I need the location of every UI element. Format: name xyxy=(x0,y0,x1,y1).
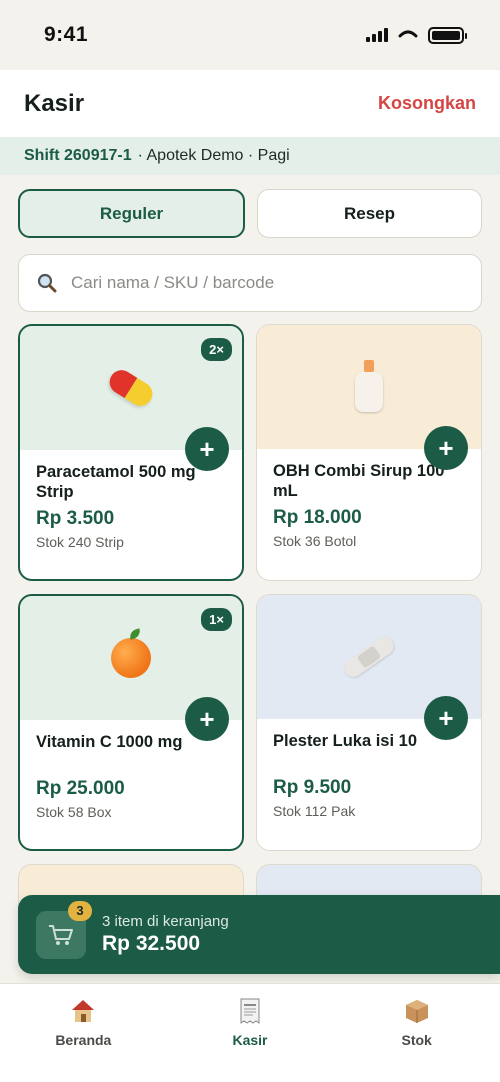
shift-info-bar: Shift 260917-1 · Apotek Demo · Pagi xyxy=(0,137,500,175)
cart-item-count: 3 item di keranjang xyxy=(102,913,229,930)
quantity-badge: 2× xyxy=(201,338,232,361)
cart-total: Rp 32.500 xyxy=(102,932,201,955)
wifi-icon xyxy=(398,30,418,38)
shift-code: Shift 260917-1 xyxy=(24,147,132,164)
box-icon xyxy=(405,1000,428,1023)
orange-icon xyxy=(111,638,151,678)
quantity-badge: 1× xyxy=(201,608,232,631)
house-icon xyxy=(72,1000,95,1022)
battery-icon xyxy=(428,26,467,44)
tab-stok[interactable]: Stok xyxy=(333,984,500,1082)
product-price: Rp 25.000 xyxy=(36,778,125,799)
tab-reguler[interactable]: Reguler xyxy=(18,189,245,238)
search-box[interactable] xyxy=(18,254,482,312)
product-stock: Stok 58 Box xyxy=(36,804,112,820)
product-stock: Stok 36 Botol xyxy=(273,533,357,549)
product-card[interactable]: 1× + Vitamin C 1000 mg Rp 25.000 Stok 58… xyxy=(18,594,244,851)
status-bar: 9:41 xyxy=(0,0,500,70)
signal-icon xyxy=(366,28,388,42)
page-title: Kasir xyxy=(24,89,85,117)
add-to-cart-button[interactable]: + xyxy=(185,697,229,741)
search-icon xyxy=(37,273,57,293)
cart-summary-bar[interactable]: 3 3 item di keranjang Rp 32.500 xyxy=(18,895,500,974)
mode-toggle: Reguler Resep xyxy=(0,175,500,238)
tab-label: Beranda xyxy=(55,1032,112,1048)
receipt-icon xyxy=(240,998,260,1024)
clear-cart-button[interactable]: Kosongkan xyxy=(378,93,476,114)
tab-beranda[interactable]: Beranda xyxy=(0,984,167,1082)
tab-resep[interactable]: Resep xyxy=(257,189,482,238)
add-to-cart-button[interactable]: + xyxy=(424,696,468,740)
status-icons xyxy=(366,26,467,44)
product-card[interactable]: 2× + Paracetamol 500 mg Strip Rp 3.500 S… xyxy=(18,324,244,581)
product-price: Rp 18.000 xyxy=(273,507,362,528)
product-grid: 2× + Paracetamol 500 mg Strip Rp 3.500 S… xyxy=(18,324,482,964)
product-stock: Stok 112 Pak xyxy=(273,803,356,819)
cart-icon: 3 xyxy=(36,900,92,959)
status-time: 9:41 xyxy=(44,23,89,46)
product-price: Rp 9.500 xyxy=(273,777,352,798)
bandage-icon xyxy=(340,633,398,681)
product-card[interactable]: + Plester Luka isi 10 Rp 9.500 Stok 112 … xyxy=(256,594,482,851)
search-input[interactable] xyxy=(71,273,463,293)
pill-icon xyxy=(105,365,157,411)
product-card[interactable]: + OBH Combi Sirup 100 mL Rp 18.000 Stok … xyxy=(256,324,482,581)
bottle-icon xyxy=(355,360,383,412)
product-stock: Stok 240 Strip xyxy=(36,534,124,550)
tab-label: Stok xyxy=(401,1032,432,1048)
add-to-cart-button[interactable]: + xyxy=(185,427,229,471)
tab-label: Kasir xyxy=(232,1032,268,1048)
bottom-tab-bar: Beranda Kasir Stok xyxy=(0,983,500,1082)
product-price: Rp 3.500 xyxy=(36,508,115,529)
add-to-cart-button[interactable]: + xyxy=(424,426,468,470)
app-header: Kasir Kosongkan xyxy=(0,70,500,137)
shift-details: · Apotek Demo · Pagi xyxy=(137,147,290,164)
cart-count-badge: 3 xyxy=(68,900,92,921)
tab-kasir[interactable]: Kasir xyxy=(167,984,334,1082)
